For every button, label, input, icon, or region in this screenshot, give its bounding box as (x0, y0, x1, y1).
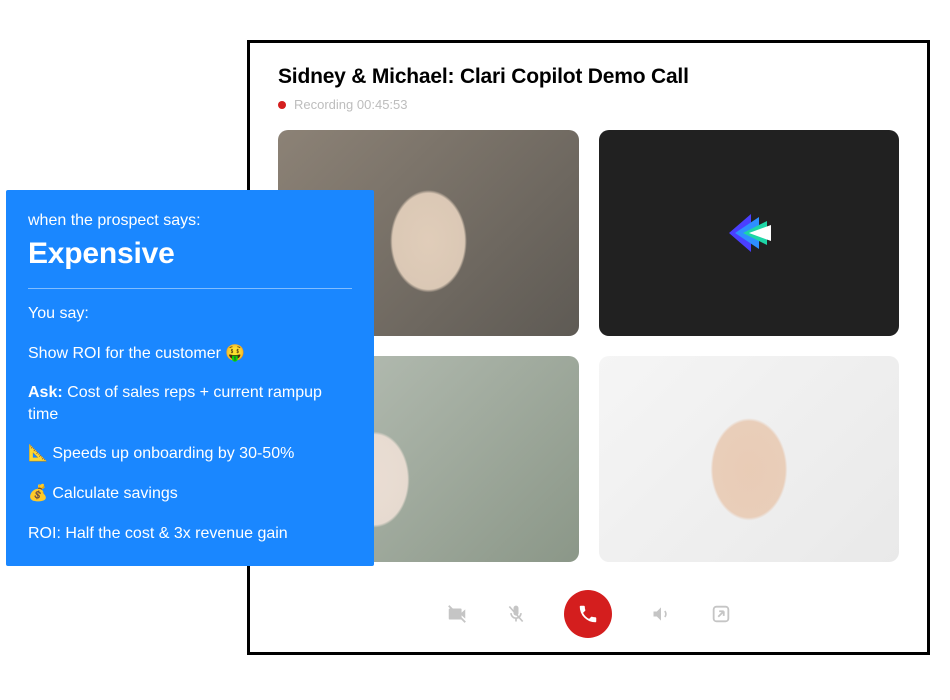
mic-off-icon (506, 603, 526, 625)
hangup-button[interactable] (564, 590, 612, 638)
share-button[interactable] (710, 603, 732, 625)
prompt-you-say-label: You say: (28, 303, 352, 325)
prompt-ask-rest: Cost of sales reps + current rampup time (28, 384, 322, 423)
recording-dot-icon (278, 101, 286, 109)
recording-time: 00:45:53 (357, 97, 408, 112)
call-title: Sidney & Michael: Clari Copilot Demo Cal… (278, 65, 899, 89)
prompt-intro: when the prospect says: (28, 210, 352, 232)
video-tile-logo[interactable] (599, 130, 900, 336)
speaker-button[interactable] (650, 604, 672, 624)
prompt-ask-bold: Ask: (28, 384, 63, 401)
mic-toggle-button[interactable] (506, 603, 526, 625)
camera-off-icon (446, 603, 468, 625)
prompt-line-roi: Show ROI for the customer 🤑 (28, 343, 352, 365)
prompt-divider (28, 288, 352, 289)
prompt-line-onboarding: 📐 Speeds up onboarding by 30-50% (28, 443, 352, 465)
camera-toggle-button[interactable] (446, 603, 468, 625)
clari-logo-icon (721, 211, 777, 255)
recording-status: Recording 00:45:53 (278, 97, 899, 112)
call-controls (278, 590, 899, 638)
phone-icon (577, 603, 599, 625)
share-arrow-icon (710, 603, 732, 625)
prompt-line-roi-summary: ROI: Half the cost & 3x revenue gain (28, 523, 352, 545)
prompt-line-savings: 💰 Calculate savings (28, 483, 352, 505)
video-tile-participant-3[interactable] (599, 356, 900, 562)
prompt-line-ask: Ask: Cost of sales reps + current rampup… (28, 382, 352, 425)
prompt-keyword: Expensive (28, 234, 352, 275)
speaker-icon (650, 604, 672, 624)
coaching-prompt-card: when the prospect says: Expensive You sa… (6, 190, 374, 566)
recording-word: Recording (294, 97, 353, 112)
recording-label: Recording 00:45:53 (294, 97, 408, 112)
